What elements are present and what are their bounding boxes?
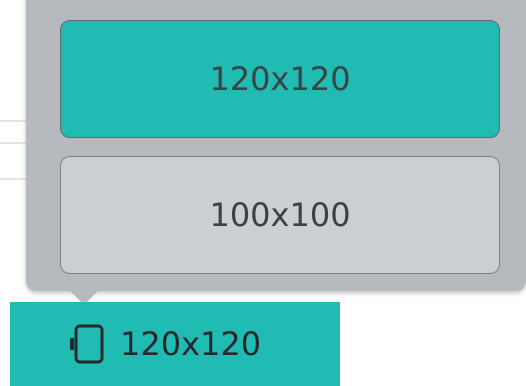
tablet-icon [68,324,106,364]
current-size-button[interactable]: 120x120 [10,302,340,386]
size-option-100x100[interactable]: 100x100 [60,156,500,274]
screen: 120x120 100x100 120x120 [0,0,526,386]
current-size-label: 120x120 [120,325,262,363]
size-option-120x120[interactable]: 120x120 [60,20,500,138]
size-options-popup: 120x120 100x100 [26,0,526,291]
